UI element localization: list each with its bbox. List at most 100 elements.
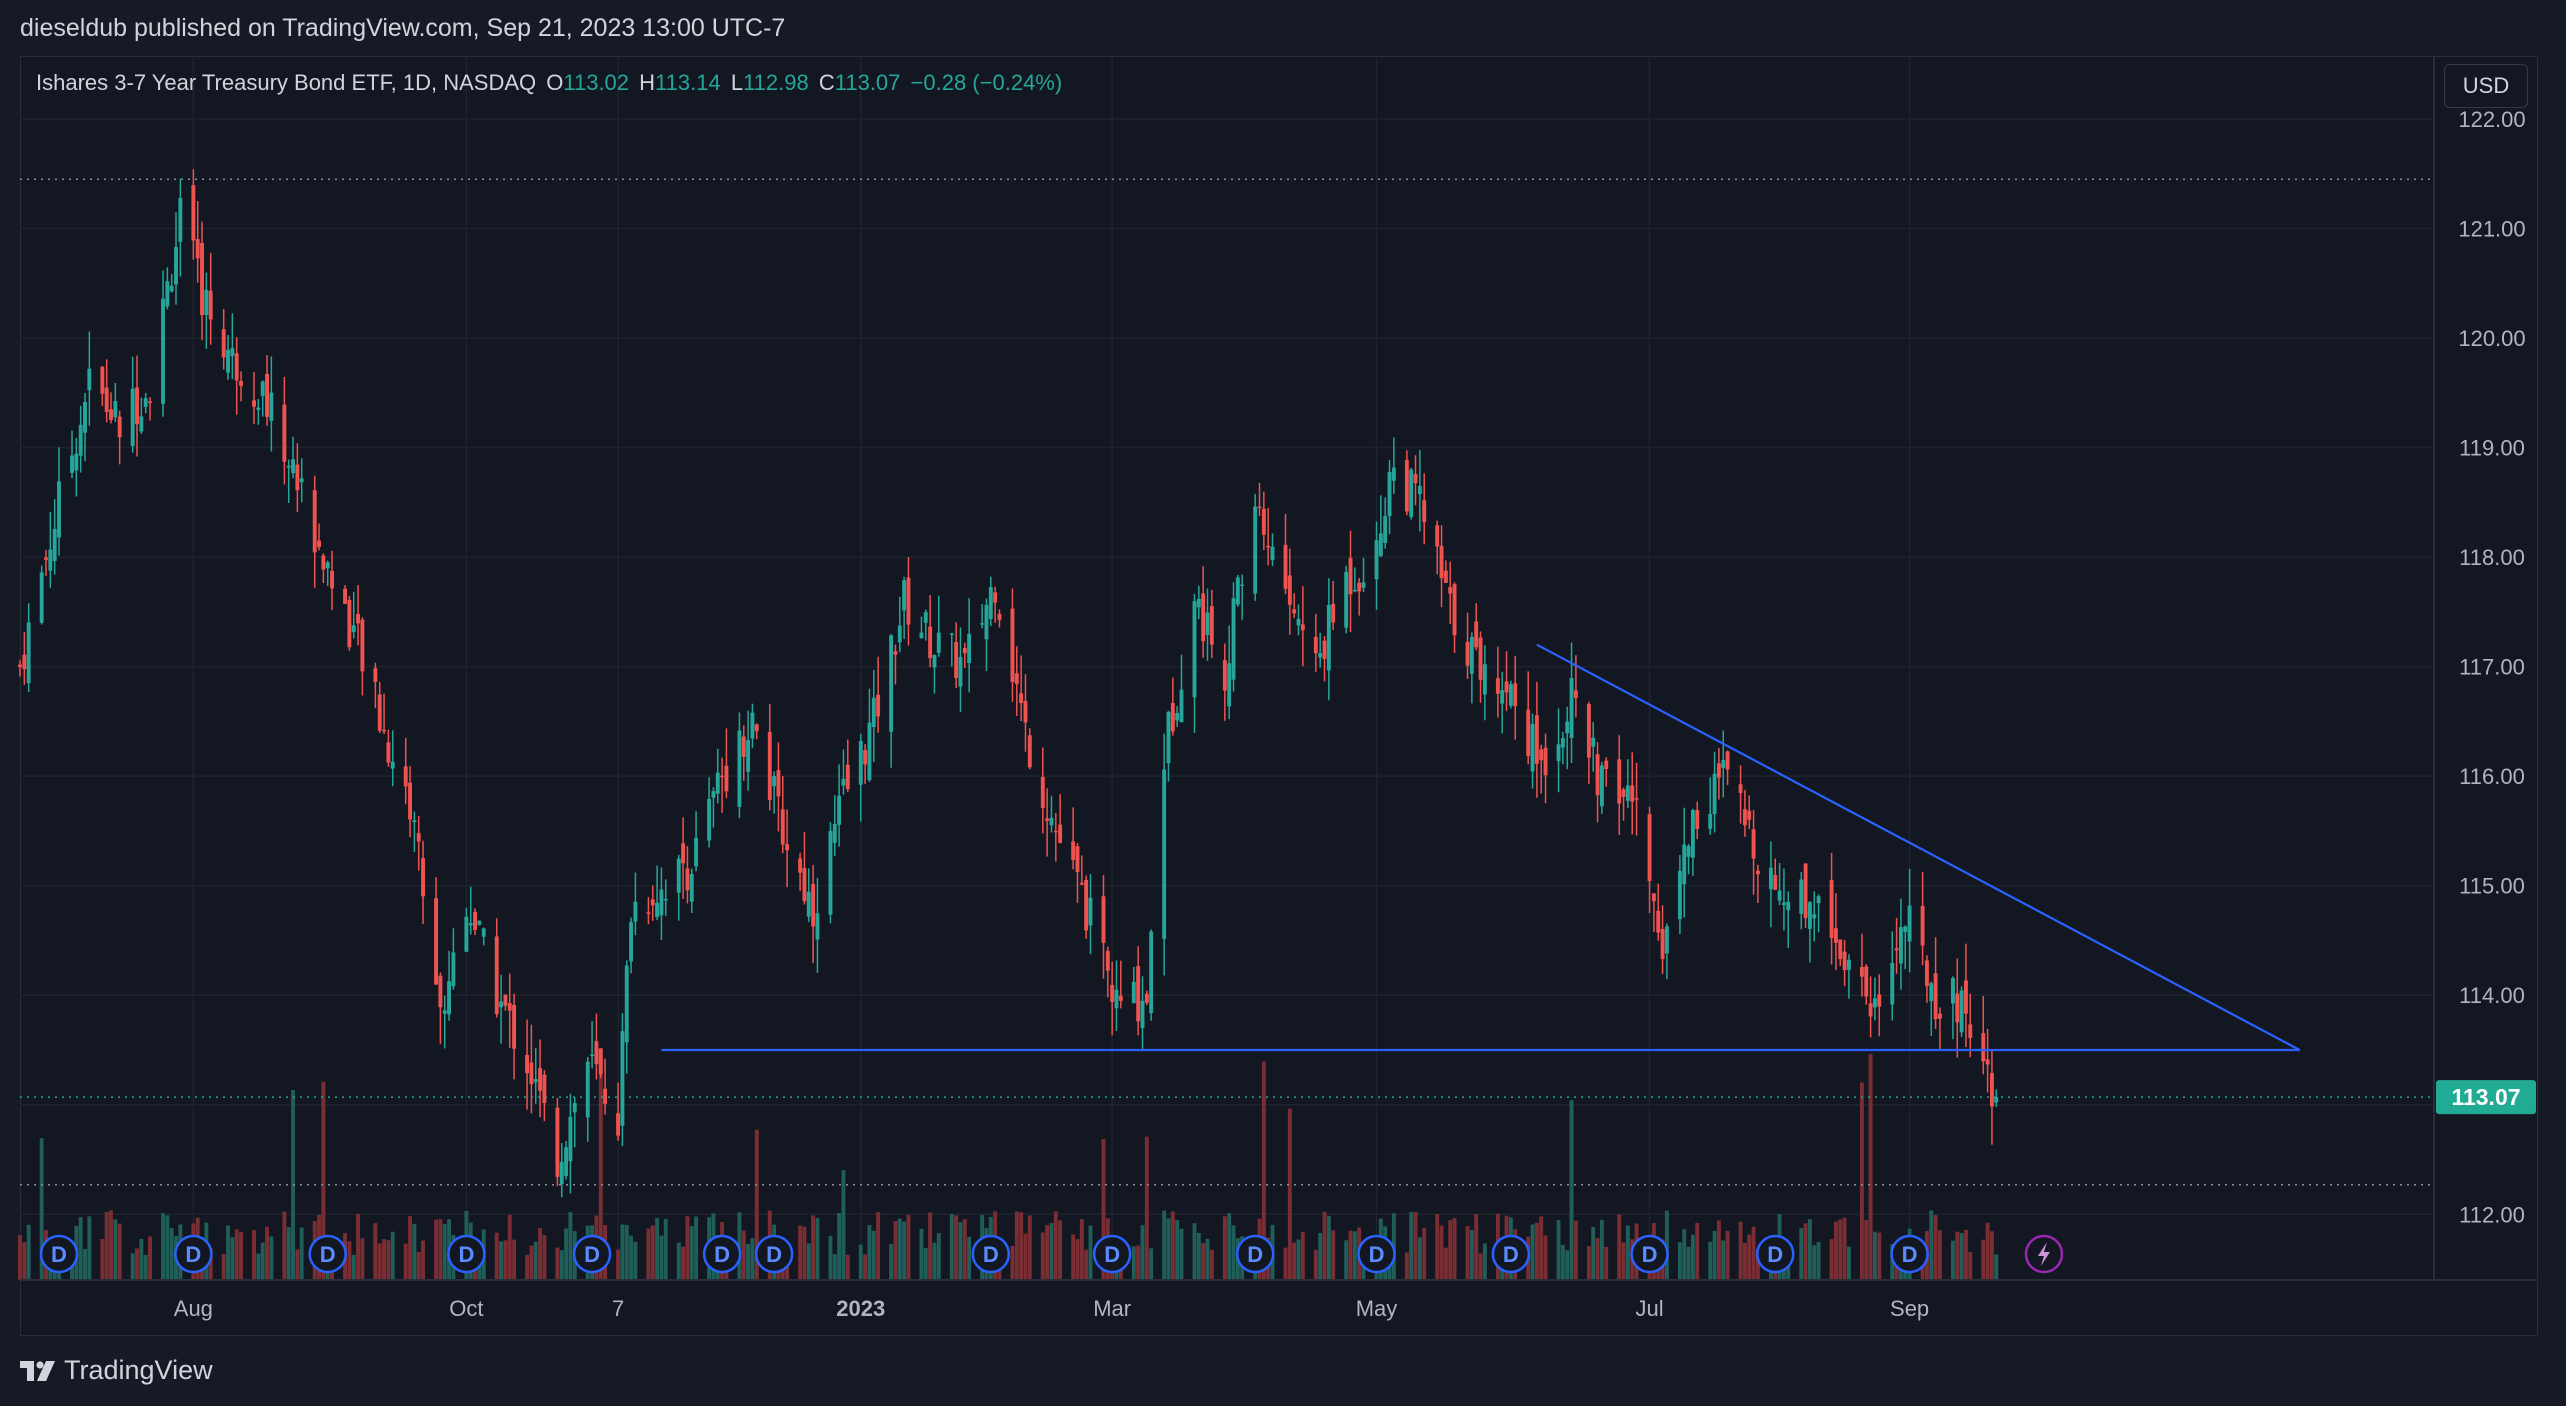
candle-body	[863, 750, 868, 765]
candle-body	[707, 798, 712, 841]
candle-body	[1322, 640, 1327, 659]
volume-bar	[1201, 1243, 1206, 1280]
candle-body	[282, 404, 287, 462]
volume-bar	[1318, 1233, 1323, 1280]
candle-body	[291, 459, 295, 474]
volume-bar	[499, 1241, 504, 1280]
candle-body	[1105, 950, 1110, 971]
candle-body	[533, 1079, 538, 1083]
candle-body	[828, 830, 833, 915]
candle-body	[1144, 993, 1149, 1003]
volume-bar	[1534, 1222, 1539, 1280]
candle-body	[330, 570, 334, 589]
candle-body	[802, 867, 807, 902]
volume-bar	[1231, 1225, 1236, 1280]
candle-body	[1781, 902, 1786, 906]
chart-svg[interactable]: D D D D D D D D D D D D D D D 122.00 121.00 120.00 119.00…	[0, 0, 2566, 1406]
price-axis[interactable]: 122.00 121.00 120.00 119.00 118.00 117.00 116.…	[2433, 56, 2536, 1280]
dividend-marker-label: D	[1369, 1242, 1385, 1267]
tradingview-logo[interactable]: TradingView	[20, 1355, 213, 1386]
volume-bar	[806, 1243, 811, 1280]
candle-body	[1374, 540, 1379, 580]
dividend-marker-label: D	[1104, 1242, 1120, 1267]
candle-body	[412, 820, 417, 823]
volume-bar	[260, 1242, 265, 1280]
candle-body	[256, 407, 261, 410]
candle-body	[1959, 990, 1964, 1033]
candle-body	[1253, 506, 1258, 594]
candle-body	[169, 285, 174, 292]
volume-bar	[1053, 1211, 1058, 1280]
candle-body	[1261, 508, 1266, 535]
close-value: 113.07	[834, 70, 901, 95]
y-tick-label: 114.00	[2459, 983, 2525, 1008]
candle-body	[1079, 882, 1084, 885]
candle-body	[1556, 744, 1561, 762]
candle-body	[1201, 593, 1206, 642]
candle-body	[1071, 841, 1076, 860]
candle-body	[1088, 897, 1093, 926]
candle-body	[1049, 817, 1054, 826]
x-tick-label: Aug	[174, 1296, 213, 1321]
candle-body	[1448, 587, 1453, 594]
candle-body	[130, 388, 135, 447]
volume-bar	[109, 1210, 113, 1280]
volume-bar	[1326, 1215, 1331, 1280]
candle-body	[48, 549, 53, 571]
candle-body	[741, 736, 746, 757]
candle-body	[1842, 951, 1847, 971]
candle-body	[1894, 948, 1899, 951]
candle-body	[1300, 624, 1305, 631]
candle-body	[1166, 711, 1171, 764]
candle-body	[1968, 1024, 1973, 1038]
volume-bar	[564, 1228, 569, 1280]
volume-bar	[1469, 1229, 1474, 1280]
tradingview-brand: TradingView	[64, 1355, 213, 1385]
volume-bar	[390, 1231, 395, 1280]
volume-bar	[1179, 1228, 1184, 1280]
volume-bar	[117, 1223, 122, 1280]
symbol-title[interactable]: Ishares 3-7 Year Treasury Bond ETF, 1D, …	[36, 70, 536, 95]
candle-body	[507, 1003, 512, 1011]
high-label: H	[639, 70, 656, 95]
candle-body	[477, 920, 482, 925]
dividend-marker-label: D	[1902, 1242, 1918, 1267]
candle-body	[26, 622, 31, 684]
candle-body	[1508, 684, 1513, 706]
volume-bar	[936, 1233, 941, 1280]
y-tick-label: 122.00	[2458, 107, 2525, 132]
candle-body	[442, 1010, 447, 1014]
candle-body	[1933, 973, 1938, 1020]
candle-body	[1192, 601, 1197, 698]
volume-bar	[663, 1218, 668, 1280]
volume-bar	[1071, 1234, 1076, 1280]
time-axis[interactable]: Aug Oct 7 2023 Mar May Jul Sep	[20, 1279, 2538, 1321]
candle-body	[403, 766, 408, 787]
candle-body	[906, 577, 911, 625]
candle-body	[1136, 966, 1141, 1022]
candle-body	[681, 843, 686, 864]
candle-body	[234, 353, 239, 381]
volume-bar	[694, 1216, 699, 1280]
trendlines[interactable]	[661, 643, 2301, 1052]
volume-bar	[1617, 1214, 1622, 1280]
volume-bar	[746, 1244, 751, 1280]
candle-body	[564, 1147, 569, 1176]
volume-bar	[1556, 1220, 1561, 1280]
volume-bar	[1136, 1245, 1141, 1280]
candle-body	[1660, 929, 1665, 960]
candle-body	[785, 844, 790, 851]
candle-body	[1573, 690, 1578, 698]
candle-body	[1352, 589, 1357, 592]
candle-body	[1664, 926, 1669, 954]
volume-bar	[1695, 1223, 1700, 1280]
candle-body	[1989, 1073, 1994, 1107]
candle-body	[1742, 809, 1747, 826]
y-tick-label: 117.00	[2459, 655, 2525, 680]
candle-body	[984, 604, 989, 640]
volume-bar	[83, 1249, 87, 1280]
volume-bar	[1140, 1225, 1145, 1280]
volume-bar	[1838, 1219, 1843, 1280]
candle-body	[1504, 681, 1509, 693]
currency-button[interactable]: USD	[2444, 64, 2528, 108]
